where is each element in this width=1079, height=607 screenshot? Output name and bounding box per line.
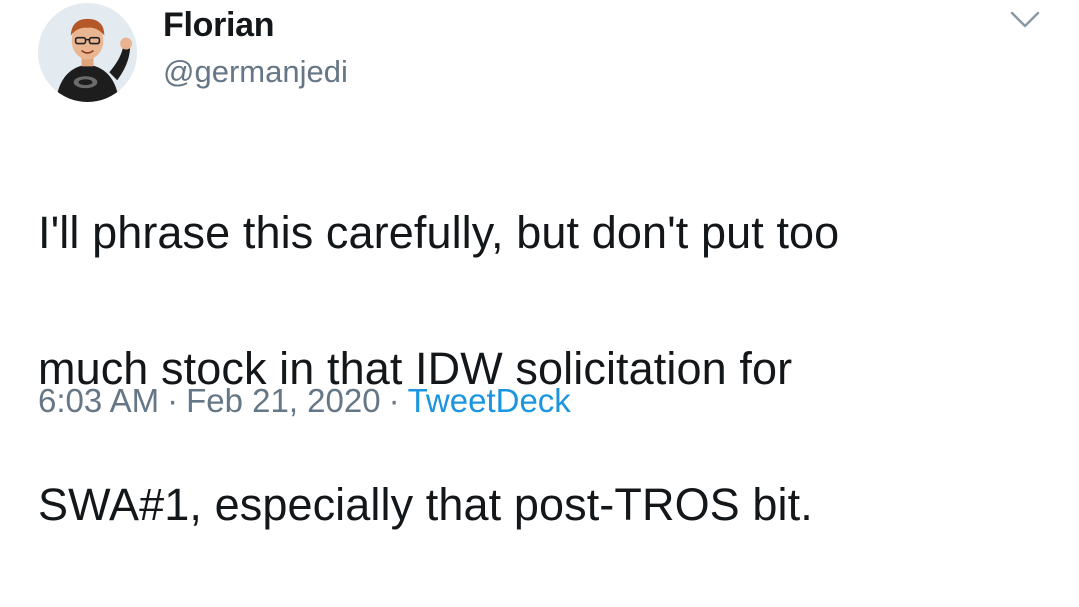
tweet-date[interactable]: Feb 21, 2020 bbox=[186, 382, 381, 419]
meta-separator: · bbox=[388, 382, 400, 419]
tweet-meta: 6:03 AM · Feb 21, 2020 · TweetDeck bbox=[38, 382, 571, 420]
tweet: Florian @germanjedi I'll phrase this car… bbox=[0, 0, 1079, 530]
avatar[interactable] bbox=[38, 3, 137, 102]
meta-separator: · bbox=[167, 382, 179, 419]
tweet-source-link[interactable]: TweetDeck bbox=[408, 382, 571, 419]
tweet-text: I'll phrase this carefully, but don't pu… bbox=[38, 131, 1048, 607]
author-handle[interactable]: @germanjedi bbox=[163, 54, 348, 90]
tweet-text-line: SWA#1, especially that post-TROS bit. bbox=[38, 479, 813, 530]
tweet-text-line: I'll phrase this carefully, but don't pu… bbox=[38, 207, 840, 258]
chevron-down-icon[interactable] bbox=[1008, 8, 1042, 32]
tweet-time[interactable]: 6:03 AM bbox=[38, 382, 159, 419]
author-display-name[interactable]: Florian bbox=[163, 6, 275, 45]
avatar-image bbox=[38, 3, 137, 102]
